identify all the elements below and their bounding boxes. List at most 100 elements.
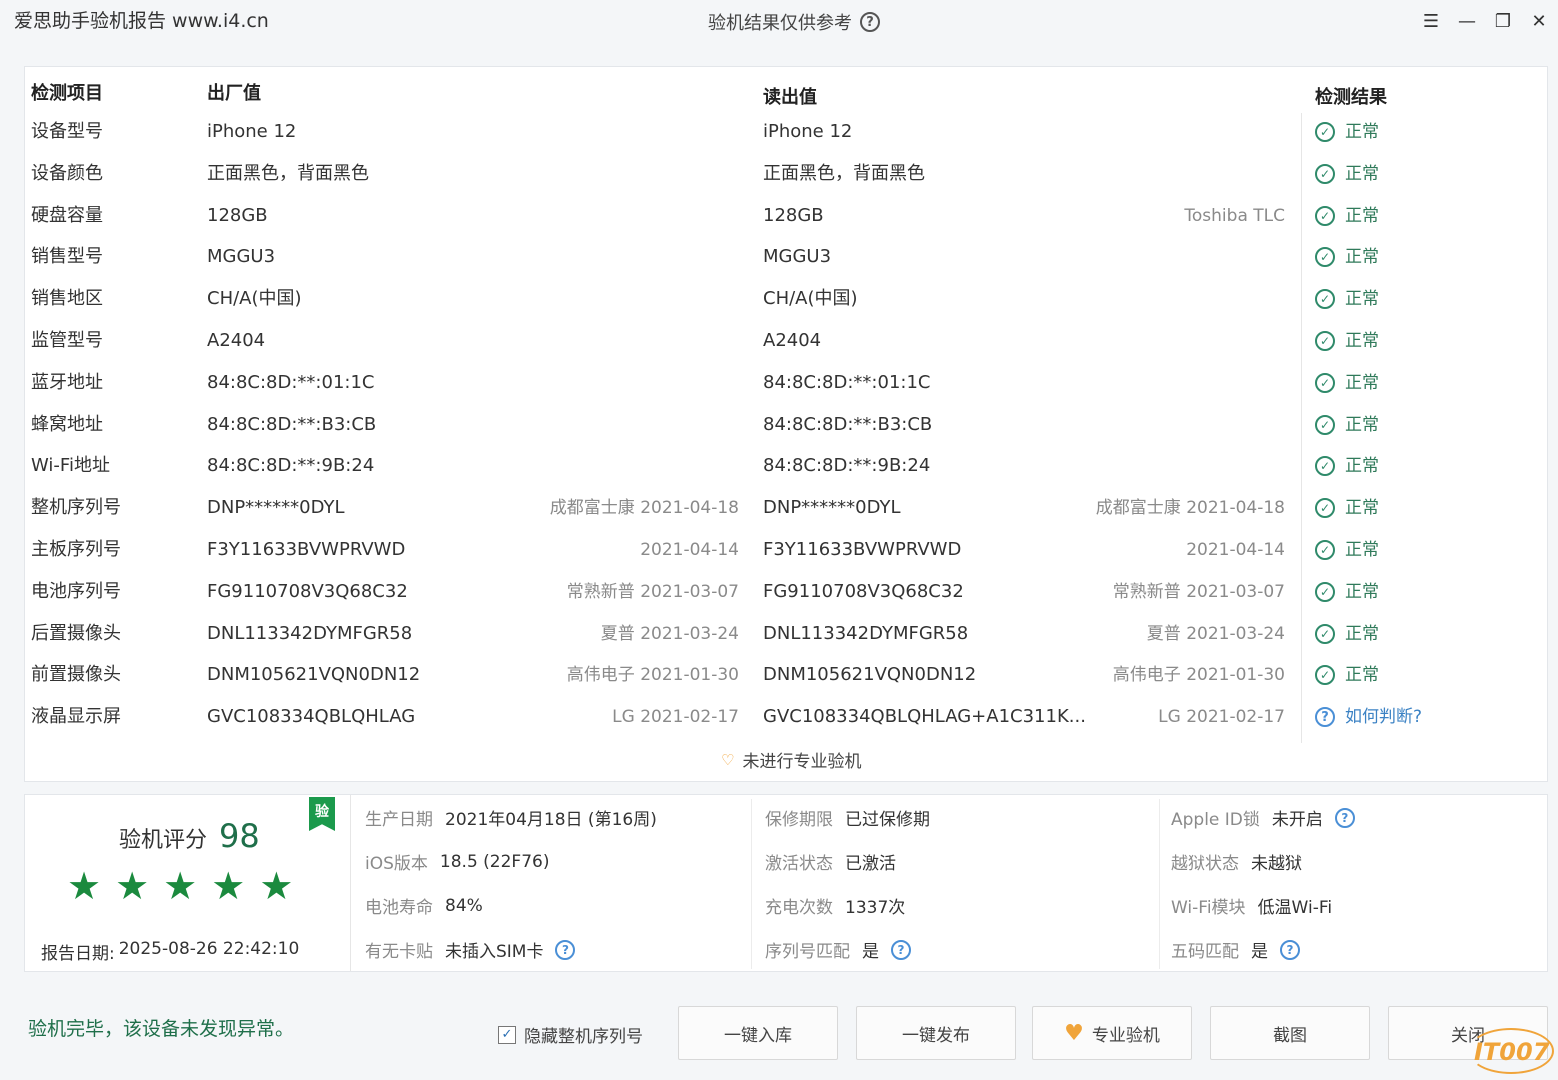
status-message: 验机完毕，该设备未发现异常。 [28,1018,295,1040]
result-text: 正常 [1345,581,1379,602]
watermark-logo: IT007 [1468,1028,1554,1076]
read-value: MGGU3 [763,246,832,268]
info-value: 18.5 (22F76) [439,851,550,872]
help-icon[interactable]: ? [891,939,911,960]
restore-icon[interactable]: ❐ [1490,8,1516,34]
table-row: 液晶显示屏 GVC108334QBLQHLAG LG 2021-02-17 GVC10… [25,696,1549,738]
table-row: 整机序列号 DNP******0DYL 成都富士康 2021-04-18 DNP***… [25,487,1549,529]
result-status: ✓ 正常 [1315,320,1379,362]
read-value: DNP******0DYL [763,497,901,519]
info-value: 是 [862,942,879,962]
factory-value: iPhone 12 [207,121,297,142]
check-circle-icon: ✓ [1315,623,1335,644]
table-row: 销售地区 CH/A(中国) CH/A(中国) ✓ 正常 [25,278,1549,320]
factory-note: 2021-04-14 [640,540,739,560]
read-note: 2021-04-14 [1186,540,1285,560]
publish-button[interactable]: 一键发布 [856,1006,1016,1060]
info-item: 越狱状态 未越狱 [1171,849,1302,874]
factory-value: DNP******0DYL [207,497,345,519]
close-icon[interactable]: ✕ [1526,8,1552,34]
info-key: Apple ID锁 [1171,810,1260,830]
result-status: ✓ 正常 [1315,529,1379,571]
factory-value: 84:8C:8D:**:01:1C [207,371,375,393]
info-item: 电池寿命 84% [365,893,483,919]
read-note: 高伟电子 2021-01-30 [1112,665,1285,686]
hide-serial-toggle[interactable]: ✓ 隐藏整机序列号 [498,1022,643,1047]
row-label: 监管型号 [31,330,103,351]
star-icon: ★ [163,864,198,908]
factory-value: DNL113342DYMFGR58 [207,622,413,644]
star-icon: ★ [115,864,150,908]
header-result: 检测结果 [1315,87,1387,108]
result-status: ✓ 正常 [1315,654,1379,696]
check-circle-icon: ✓ [1315,581,1335,602]
header-factory: 出厂值 [207,83,261,104]
result-help-link[interactable]: ? 如何判断? [1315,696,1422,738]
read-value: 84:8C:8D:**:B3:CB [763,413,933,435]
check-circle-icon: ✓ [1315,247,1335,268]
verified-badge: 验 [309,797,335,831]
read-note: 成都富士康 2021-04-18 [1095,498,1285,519]
hide-serial-checkbox[interactable]: ✓ [498,1025,516,1044]
score-value: 98 [219,817,260,855]
info-value: 未开启 [1271,810,1323,830]
row-label: 销售型号 [31,246,103,268]
screenshot-button[interactable]: 截图 [1210,1006,1370,1060]
help-icon[interactable]: ? [1280,939,1300,960]
read-value: 正面黑色，背面黑色 [763,162,925,184]
window-controls: ☰ — ❐ ✕ [1418,8,1552,34]
info-item: 激活状态 已激活 [765,849,896,874]
table-row: 蜂窝地址 84:8C:8D:**:B3:CB 84:8C:8D:**:B3:CB ✓ 正… [25,404,1549,446]
result-status: ✓ 正常 [1315,445,1379,487]
row-label: 蓝牙地址 [31,371,103,393]
read-value: A2404 [763,330,822,351]
table-row: 主板序列号 F3Y11633BVWPRVWD 2021-04-14 F3Y11633B… [25,529,1549,571]
result-status: ✓ 正常 [1315,571,1379,613]
info-value: 未越狱 [1251,854,1302,874]
add-to-store-button[interactable]: 一键入库 [678,1006,838,1060]
result-status: ✓ 正常 [1315,404,1379,446]
pro-check-label: 专业验机 [1091,1025,1160,1046]
table-row: 设备颜色 正面黑色，背面黑色 正面黑色，背面黑色 ✓ 正常 [25,153,1549,195]
result-text: 正常 [1345,414,1379,435]
factory-note: 高伟电子 2021-01-30 [566,665,739,686]
help-icon[interactable]: ? [1334,807,1355,828]
heart-icon: ♡ [721,750,735,769]
star-icon: ★ [211,864,246,908]
star-icon: ★ [259,864,294,908]
heart-icon: ♥ [1064,1020,1084,1046]
help-icon[interactable]: ? [555,939,576,960]
info-key: 电池寿命 [365,898,433,918]
info-key: 越狱状态 [1171,854,1239,874]
check-circle-icon: ✓ [1315,665,1335,686]
factory-note: 常熟新普 2021-03-07 [566,581,739,602]
check-circle-icon: ✓ [1315,122,1335,142]
info-value: 低温Wi-Fi [1257,898,1333,918]
report-date-value: 2025-08-26 22:42:10 [118,939,300,959]
add-to-store-label: 一键入库 [724,1025,792,1046]
info-item: Wi-Fi模块 低温Wi-Fi [1171,893,1332,918]
score-box: 验 验机评分 98 ★ ★ ★ ★ ★ 报告日期: 2025-08-26 22:42:1… [25,795,351,971]
info-key: iOS版本 [365,854,428,874]
watermark-text: IT007 [1474,1038,1550,1066]
info-item: iOS版本 18.5 (22F76) [365,849,550,875]
help-icon[interactable]: ? [860,12,880,32]
table-row: 设备型号 iPhone 12 iPhone 12 ✓ 正常 [25,111,1549,153]
row-label: 设备型号 [31,121,103,142]
factory-value: 84:8C:8D:**:9B:24 [207,455,375,477]
read-value: DNL113342DYMFGR58 [763,622,969,644]
result-text: 如何判断? [1345,707,1423,728]
read-note: LG 2021-02-17 [1158,707,1285,728]
row-label: 设备颜色 [31,162,103,184]
info-key: 生产日期 [365,810,433,830]
factory-value: 84:8C:8D:**:B3:CB [207,413,377,435]
disclaimer-text: 验机结果仅供参考 [708,13,852,34]
info-value: 1337次 [845,898,906,918]
info-value: 未插入SIM卡 [445,942,544,962]
list-icon[interactable]: ☰ [1418,8,1444,34]
info-item: 充电次数 1337次 [765,893,905,918]
minimize-icon[interactable]: — [1454,8,1480,34]
row-label: Wi-Fi地址 [31,455,110,477]
factory-value: CH/A(中国) [207,288,302,310]
pro-check-button[interactable]: ♥ 专业验机 [1032,1006,1192,1060]
